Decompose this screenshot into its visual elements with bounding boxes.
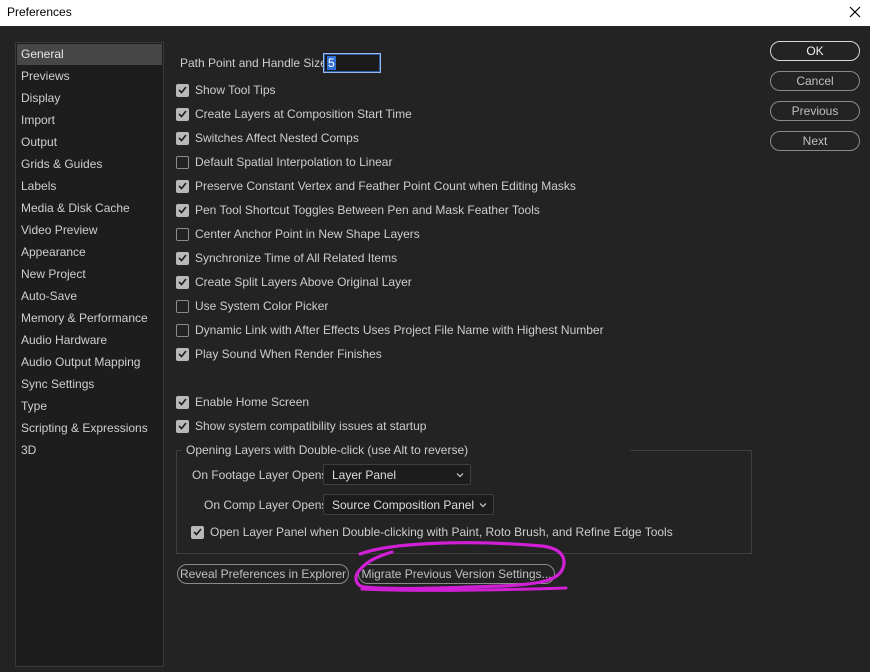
checkbox-label: Switches Affect Nested Comps bbox=[195, 131, 359, 145]
path-point-size-input[interactable]: 5 bbox=[323, 53, 381, 73]
checkbox-checked-icon[interactable] bbox=[176, 107, 189, 121]
ok-button[interactable]: OK bbox=[770, 41, 860, 61]
sidebar-item-auto-save[interactable]: Auto-Save bbox=[17, 286, 162, 307]
checkbox-system-color-picker[interactable]: Use System Color Picker bbox=[176, 297, 328, 315]
checkbox-default-spatial-linear[interactable]: Default Spatial Interpolation to Linear bbox=[176, 153, 392, 171]
chevron-down-icon bbox=[479, 503, 487, 508]
sidebar-item-new-project[interactable]: New Project bbox=[17, 264, 162, 285]
checkbox-pen-tool-shortcut[interactable]: Pen Tool Shortcut Toggles Between Pen an… bbox=[176, 201, 540, 219]
preferences-category-list: General Previews Display Import Output G… bbox=[15, 42, 164, 667]
checkbox-center-anchor-point[interactable]: Center Anchor Point in New Shape Layers bbox=[176, 225, 420, 243]
checkbox-unchecked-icon[interactable] bbox=[176, 227, 189, 241]
sidebar-item-scripting-expressions[interactable]: Scripting & Expressions bbox=[17, 418, 162, 439]
comp-layer-label: On Comp Layer Opens: bbox=[204, 498, 331, 512]
previous-button[interactable]: Previous bbox=[770, 101, 860, 121]
checkbox-checked-icon[interactable] bbox=[176, 179, 189, 193]
sidebar-item-memory-performance[interactable]: Memory & Performance bbox=[17, 308, 162, 329]
highlight-annotation-scribble bbox=[354, 541, 568, 593]
sidebar-item-audio-output-mapping[interactable]: Audio Output Mapping bbox=[17, 352, 162, 373]
checkbox-label: Pen Tool Shortcut Toggles Between Pen an… bbox=[195, 203, 540, 217]
checkbox-label: Use System Color Picker bbox=[195, 299, 329, 313]
checkbox-checked-icon[interactable] bbox=[191, 525, 204, 539]
checkbox-create-layers-at-start[interactable]: Create Layers at Composition Start Time bbox=[176, 105, 412, 123]
sidebar-item-general[interactable]: General bbox=[17, 44, 162, 65]
sidebar-item-grids-guides[interactable]: Grids & Guides bbox=[17, 154, 162, 175]
sidebar-item-type[interactable]: Type bbox=[17, 396, 162, 417]
footage-layer-value: Layer Panel bbox=[332, 468, 397, 482]
checkbox-checked-icon[interactable] bbox=[176, 83, 189, 97]
checkbox-label: Play Sound When Render Finishes bbox=[195, 347, 382, 361]
next-button[interactable]: Next bbox=[770, 131, 860, 151]
checkbox-label: Enable Home Screen bbox=[195, 395, 310, 409]
checkbox-checked-icon[interactable] bbox=[176, 395, 189, 409]
checkbox-checked-icon[interactable] bbox=[176, 203, 189, 217]
checkbox-unchecked-icon[interactable] bbox=[176, 323, 189, 337]
close-icon[interactable] bbox=[844, 1, 866, 23]
checkbox-label: Preserve Constant Vertex and Feather Poi… bbox=[195, 179, 576, 193]
checkbox-label: Open Layer Panel when Double-clicking wi… bbox=[210, 525, 673, 539]
sidebar-item-import[interactable]: Import bbox=[17, 110, 162, 131]
checkbox-unchecked-icon[interactable] bbox=[176, 299, 189, 313]
sidebar-item-video-preview[interactable]: Video Preview bbox=[17, 220, 162, 241]
checkbox-label: Show system compatibility issues at star… bbox=[195, 419, 427, 433]
checkbox-label: Synchronize Time of All Related Items bbox=[195, 251, 398, 265]
sidebar-item-3d[interactable]: 3D bbox=[17, 440, 162, 461]
cancel-button[interactable]: Cancel bbox=[770, 71, 860, 91]
checkbox-dynamic-link[interactable]: Dynamic Link with After Effects Uses Pro… bbox=[176, 321, 604, 339]
comp-layer-dropdown[interactable]: Source Composition Panel bbox=[323, 494, 494, 515]
double-click-group-legend: Opening Layers with Double-click (use Al… bbox=[186, 443, 469, 457]
checkbox-enable-home-screen[interactable]: Enable Home Screen bbox=[176, 393, 309, 411]
checkbox-play-sound-render[interactable]: Play Sound When Render Finishes bbox=[176, 345, 382, 363]
checkbox-unchecked-icon[interactable] bbox=[176, 155, 189, 169]
footage-layer-dropdown[interactable]: Layer Panel bbox=[323, 464, 471, 485]
checkbox-open-layer-panel-double-click[interactable]: Open Layer Panel when Double-clicking wi… bbox=[191, 523, 673, 541]
checkbox-label: Default Spatial Interpolation to Linear bbox=[195, 155, 393, 169]
checkbox-checked-icon[interactable] bbox=[176, 131, 189, 145]
checkbox-checked-icon[interactable] bbox=[176, 251, 189, 265]
checkbox-switches-affect-nested[interactable]: Switches Affect Nested Comps bbox=[176, 129, 359, 147]
sidebar-item-media-disk-cache[interactable]: Media & Disk Cache bbox=[17, 198, 162, 219]
checkbox-label: Dynamic Link with After Effects Uses Pro… bbox=[195, 323, 604, 337]
reveal-preferences-button[interactable]: Reveal Preferences in Explorer bbox=[177, 564, 349, 584]
checkbox-label: Center Anchor Point in New Shape Layers bbox=[195, 227, 420, 241]
window-title: Preferences bbox=[7, 5, 72, 19]
sidebar-item-display[interactable]: Display bbox=[17, 88, 162, 109]
checkbox-preserve-vertex-count[interactable]: Preserve Constant Vertex and Feather Poi… bbox=[176, 177, 576, 195]
footage-layer-label: On Footage Layer Opens: bbox=[192, 468, 331, 482]
path-point-size-value: 5 bbox=[327, 56, 336, 70]
sidebar-item-audio-hardware[interactable]: Audio Hardware bbox=[17, 330, 162, 351]
sidebar-item-sync-settings[interactable]: Sync Settings bbox=[17, 374, 162, 395]
checkbox-checked-icon[interactable] bbox=[176, 275, 189, 289]
sidebar-item-output[interactable]: Output bbox=[17, 132, 162, 153]
checkbox-synchronize-time[interactable]: Synchronize Time of All Related Items bbox=[176, 249, 397, 267]
sidebar-item-previews[interactable]: Previews bbox=[17, 66, 162, 87]
path-point-label: Path Point and Handle Size: bbox=[180, 56, 331, 70]
title-bar: Preferences bbox=[0, 0, 870, 26]
sidebar-item-appearance[interactable]: Appearance bbox=[17, 242, 162, 263]
checkbox-show-tool-tips[interactable]: Show Tool Tips bbox=[176, 81, 276, 99]
comp-layer-value: Source Composition Panel bbox=[332, 498, 475, 512]
checkbox-label: Create Layers at Composition Start Time bbox=[195, 107, 412, 121]
checkbox-checked-icon[interactable] bbox=[176, 419, 189, 433]
chevron-down-icon bbox=[456, 473, 464, 478]
checkbox-checked-icon[interactable] bbox=[176, 347, 189, 361]
checkbox-split-layers-above[interactable]: Create Split Layers Above Original Layer bbox=[176, 273, 412, 291]
checkbox-show-compatibility-issues[interactable]: Show system compatibility issues at star… bbox=[176, 417, 426, 435]
sidebar-item-labels[interactable]: Labels bbox=[17, 176, 162, 197]
checkbox-label: Show Tool Tips bbox=[195, 83, 276, 97]
checkbox-label: Create Split Layers Above Original Layer bbox=[195, 275, 412, 289]
